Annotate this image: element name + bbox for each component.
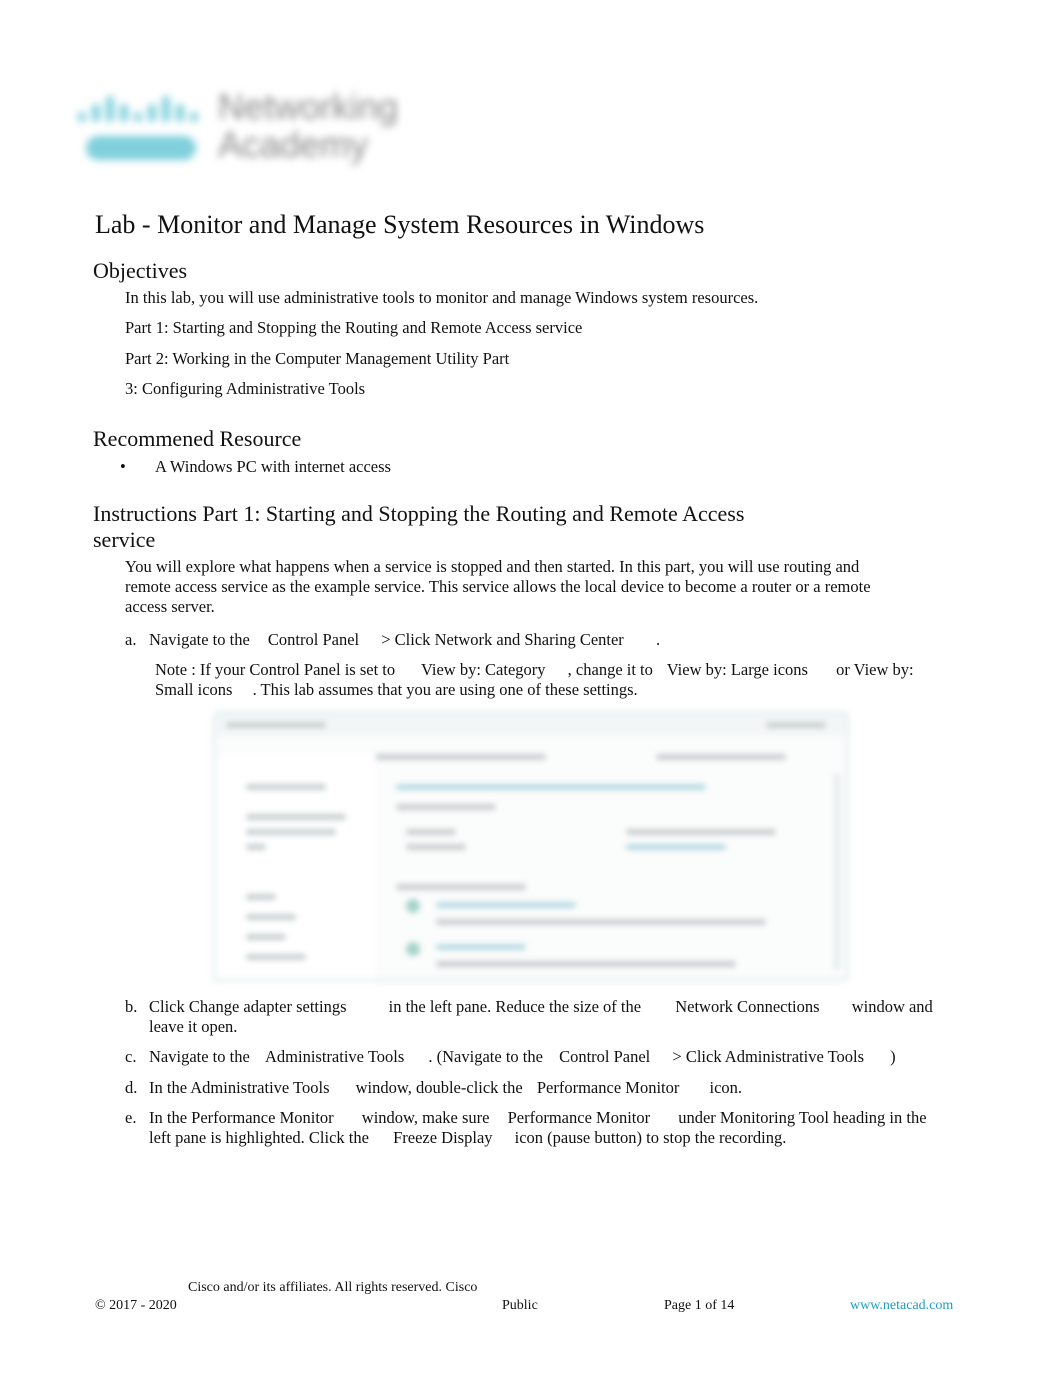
footer-rights: Cisco and/or its affiliates. All rights … (188, 1280, 478, 1295)
objective-line: Part 1: Starting and Stopping the Routin… (125, 318, 583, 337)
step-text: in the left pane. Reduce the size of the (388, 997, 642, 1016)
ui-term-performance-monitor: Performance Monitor (191, 1108, 334, 1127)
ui-term-view-large-icons: View by: Large icons (666, 660, 808, 679)
step-text: window, double-click the (355, 1078, 523, 1097)
step-label: e. (125, 1108, 137, 1127)
ui-term-control-panel: Control Panel (559, 1047, 651, 1066)
step-text: icon (pause button) to stop the recordin… (514, 1128, 787, 1147)
ui-term-change-adapter-settings: Click Change adapter settings (149, 997, 347, 1016)
ui-term-network-connections: Network Connections (675, 997, 820, 1016)
networking-academy-logo: Networking Academy (68, 88, 418, 178)
step-label: d. (125, 1078, 138, 1097)
ui-term-administrative-tools: Administrative Tools (190, 1078, 330, 1097)
step-label: b. (125, 997, 138, 1016)
note-text: or (836, 660, 850, 679)
step-label: a. (125, 630, 137, 649)
step-text: . (Navigate to the (428, 1047, 543, 1066)
instructions-intro: You will explore what happens when a ser… (125, 557, 871, 616)
step-text: Navigate to the (149, 630, 250, 649)
document-title: Lab - Monitor and Manage System Resource… (95, 210, 705, 239)
bullet-icon: • (120, 457, 126, 476)
ui-term-view-category: View by: Category (420, 660, 546, 679)
logo-line-2: Academy (218, 124, 369, 165)
ui-term-network-sharing-center: Network and Sharing Center (434, 630, 624, 649)
screenshot-left-pane (216, 754, 376, 979)
resource-item-text: A Windows PC with internet access (155, 457, 391, 476)
objectives-heading: Objectives (93, 258, 188, 283)
cisco-bridge-logo-icon (78, 94, 208, 122)
page-num: 1 of 14 (694, 1298, 735, 1313)
step-label: c. (125, 1047, 137, 1066)
step-text: ) (890, 1047, 896, 1066)
ui-term-control-panel: Control Panel (267, 630, 360, 649)
footer-page-number: Page 1 of 14 (664, 1298, 734, 1314)
step-e: e. In the Performance Monitor window, ma… (125, 1108, 947, 1150)
cisco-wordmark (86, 136, 196, 160)
logo-line-1: Networking (218, 86, 399, 127)
page-label: Page (664, 1298, 692, 1313)
netacad-link[interactable]: www.netacad.com (850, 1298, 953, 1314)
note-text: Note : If your Control Panel is set to (155, 660, 396, 679)
ui-term-performance-monitor: Performance Monitor (507, 1108, 651, 1127)
step-text: Navigate to the (149, 1047, 250, 1066)
step-text: icon. (709, 1078, 743, 1097)
instructions-heading: Instructions Part 1: Starting and Stoppi… (93, 501, 745, 552)
note-text: , change it to (567, 660, 653, 679)
ui-term-administrative-tools: Administrative Tools (265, 1047, 405, 1066)
network-sharing-center-screenshot (215, 713, 847, 980)
step-text: window, make sure (361, 1108, 490, 1127)
resources-heading: Recommened Resource (93, 426, 302, 451)
objective-line: 3: Configuring Administrative Tools (125, 379, 366, 398)
footer-classification: Public (502, 1298, 538, 1313)
note: Note : If your Control Panel is set to V… (155, 660, 955, 700)
step-text: . (655, 630, 661, 649)
step-text: In the (149, 1078, 188, 1097)
objective-line: In this lab, you will use administrative… (125, 288, 759, 307)
note-text: . This lab assumes that you are using on… (252, 680, 638, 699)
logo-text: Networking Academy (218, 88, 398, 164)
objective-line: Part 2: Working in the Computer Manageme… (125, 349, 510, 368)
ui-term-performance-monitor: Performance Monitor (536, 1078, 680, 1097)
ui-term-click-administrative-tools: > Click Administrative Tools (672, 1047, 865, 1066)
ui-term-freeze-display: Freeze Display (393, 1128, 493, 1147)
step-b: b. Click Change adapter settings in the … (125, 997, 947, 1039)
footer-copyright: © 2017 - 2020 (95, 1298, 177, 1313)
step-text: > Click (381, 630, 431, 649)
screenshot-scrollbar (834, 774, 840, 969)
step-text: In the (149, 1108, 188, 1127)
screenshot-titlebar (216, 714, 846, 736)
resource-item: • A Windows PC with internet access (120, 457, 391, 477)
